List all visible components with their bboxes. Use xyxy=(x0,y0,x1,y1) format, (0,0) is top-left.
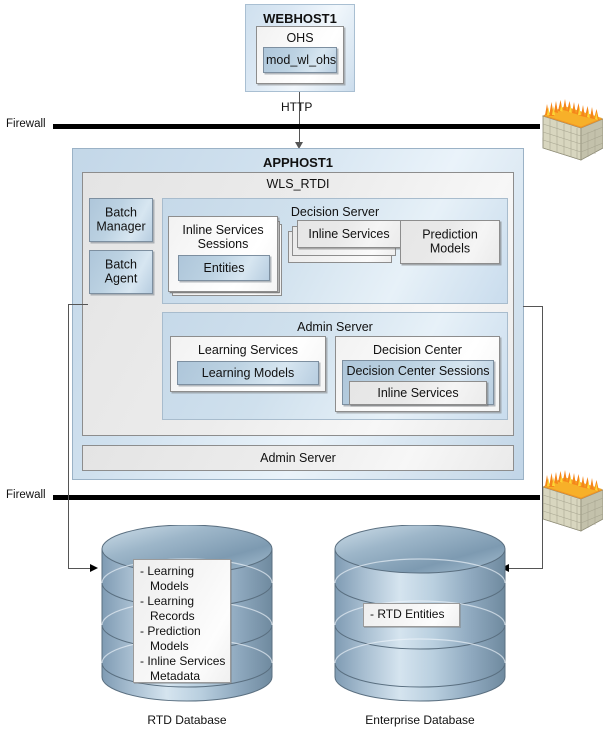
learning-models-box: Learning Models xyxy=(177,361,319,385)
left-connector-vertical xyxy=(68,304,69,568)
right-connector-top xyxy=(523,306,543,307)
entities-box: Entities xyxy=(178,255,270,281)
right-connector-vertical xyxy=(542,306,543,568)
firewall-bottom-label: Firewall xyxy=(6,489,46,501)
learning-models-label: Learning Models xyxy=(201,365,295,380)
batch-agent-box: Batch Agent xyxy=(89,250,153,294)
rtd-database: - Learning Models - Learning Records - P… xyxy=(98,524,276,727)
diagram-canvas: WEBHOST1 OHS mod_wl_ohs HTTP Firewall AP… xyxy=(0,0,605,737)
enterprise-database: - RTD Entities Enterprise Database xyxy=(331,524,509,727)
inline-services-sessions-title: Inline Services Sessions xyxy=(182,223,264,252)
prediction-models-box: Prediction Models xyxy=(400,220,500,264)
wls-rtdi-title: WLS_RTDI xyxy=(266,177,330,191)
mod-wl-ohs-label: mod_wl_ohs xyxy=(266,52,337,67)
batch-manager-box: Batch Manager xyxy=(89,198,153,242)
firewall-top-line xyxy=(53,124,540,129)
inline-services-label: Inline Services xyxy=(308,226,390,241)
left-connector-bottom xyxy=(68,568,92,569)
apphost1-title: APPHOST1 xyxy=(262,155,334,170)
admin-server-bar-label: Admin Server xyxy=(260,450,336,465)
rtd-database-caption: RTD Database xyxy=(147,713,227,727)
ohs-label: OHS xyxy=(286,31,314,45)
left-connector-top xyxy=(68,304,88,305)
mod-wl-ohs-box: mod_wl_ohs xyxy=(263,47,337,73)
entities-label: Entities xyxy=(203,260,245,275)
http-label: HTTP xyxy=(281,100,313,114)
firewall-top-label: Firewall xyxy=(6,118,46,130)
decision-center-inline-services-box: Inline Services xyxy=(349,381,487,405)
decision-center-sessions-title: Decision Center Sessions xyxy=(346,364,490,378)
rtd-database-items: - Learning Models - Learning Records - P… xyxy=(133,559,231,683)
batch-manager-label: Batch Manager xyxy=(96,205,146,234)
left-connector-arrow-icon xyxy=(90,564,98,572)
enterprise-database-items: - RTD Entities xyxy=(363,603,460,627)
admin-server-inner-title: Admin Server xyxy=(297,320,373,334)
firewall-icon-bottom xyxy=(541,470,603,532)
firewall-icon-top xyxy=(541,99,603,161)
prediction-models-label: Prediction Models xyxy=(422,227,478,256)
firewall-bottom-line xyxy=(53,495,540,500)
inline-services-box: Inline Services xyxy=(297,220,401,248)
learning-services-title: Learning Services xyxy=(197,343,299,357)
decision-center-inline-services-label: Inline Services xyxy=(377,385,459,400)
enterprise-database-caption: Enterprise Database xyxy=(365,713,475,727)
webhost1-title: WEBHOST1 xyxy=(263,11,337,26)
right-connector-bottom xyxy=(509,568,543,569)
admin-server-bar: Admin Server xyxy=(82,445,514,471)
decision-center-title: Decision Center xyxy=(373,343,462,357)
batch-agent-label: Batch Agent xyxy=(104,257,138,286)
